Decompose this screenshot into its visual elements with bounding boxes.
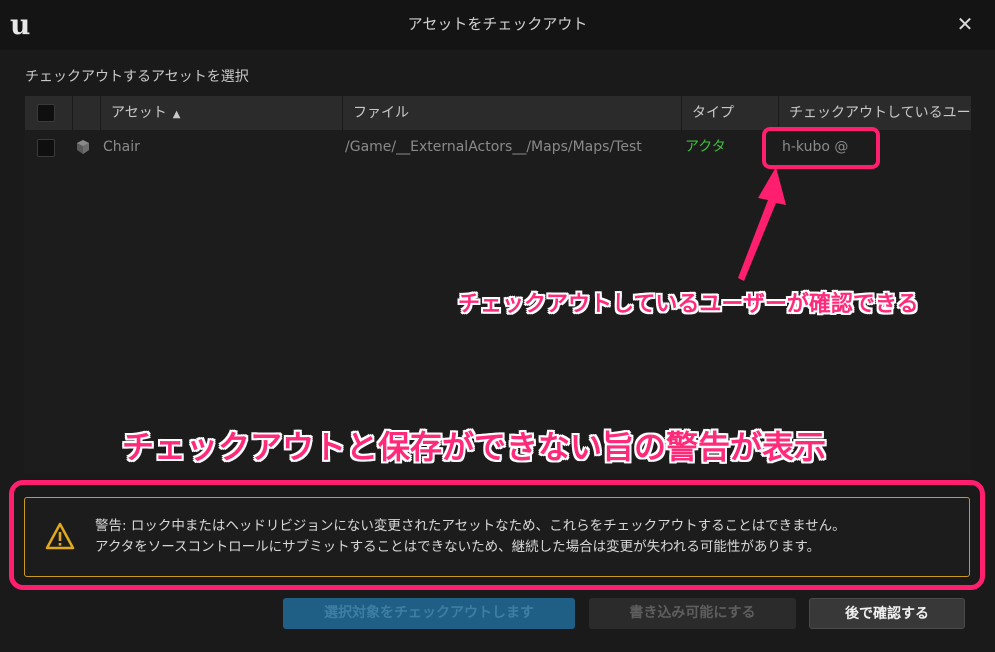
check-later-button[interactable]: 後で確認する <box>809 598 965 629</box>
column-header-asset-label: アセット <box>111 105 167 121</box>
column-header-type[interactable]: タイプ <box>682 96 779 130</box>
table-header: アセット ▲ ファイル タイプ チェックアウトしているユーザー <box>25 96 971 130</box>
row-file-path: /Game/__ExternalActors__/Maps/Maps/Test <box>345 139 642 155</box>
column-header-checked-out-by[interactable]: チェックアウトしているユーザー <box>779 96 971 130</box>
checkout-dialog: u アセットをチェックアウト ✕ チェックアウトするアセットを選択 アセット ▲ … <box>0 0 995 652</box>
warning-line-1: 警告: ロック中またはヘッドリビジョンにない変更されたアセットなため、これらをチ… <box>95 518 846 534</box>
column-header-file[interactable]: ファイル <box>343 96 682 130</box>
make-writable-button[interactable]: 書き込み可能にする <box>589 598 796 629</box>
select-all-checkbox[interactable] <box>37 104 55 122</box>
row-asset-name: Chair <box>103 139 140 155</box>
dialog-title: アセットをチェックアウト <box>407 15 588 33</box>
column-header-asset[interactable]: アセット ▲ <box>101 96 343 130</box>
annotation-arrow-icon <box>738 167 786 281</box>
checked-out-user-highlight <box>762 127 880 169</box>
warning-panel: 警告: ロック中またはヘッドリビジョンにない変更されたアセットなため、これらをチ… <box>24 497 970 577</box>
warning-line-2: アクタをソースコントロールにサブミットすることはできないため、継続した場合は変更… <box>95 539 821 555</box>
warning-icon <box>45 522 75 550</box>
row-checkbox[interactable] <box>37 139 55 157</box>
header-icon-cell <box>73 96 101 130</box>
sort-ascending-icon: ▲ <box>172 109 181 120</box>
section-label: チェックアウトするアセットを選択 <box>25 69 249 85</box>
actor-icon <box>77 140 89 154</box>
warning-text: 警告: ロック中またはヘッドリビジョンにない変更されたアセットなため、これらをチ… <box>95 516 846 558</box>
annotation-checked-out-user: チェックアウトしているユーザーが確認できる <box>458 292 919 317</box>
annotation-warning-note: チェックアウトと保存ができない旨の警告が表示 <box>122 428 827 466</box>
title-bar: u アセットをチェックアウト ✕ <box>0 0 995 50</box>
header-checkbox-cell <box>25 96 73 130</box>
checkout-selected-button[interactable]: 選択対象をチェックアウトします <box>283 598 575 629</box>
close-icon[interactable]: ✕ <box>953 12 977 36</box>
